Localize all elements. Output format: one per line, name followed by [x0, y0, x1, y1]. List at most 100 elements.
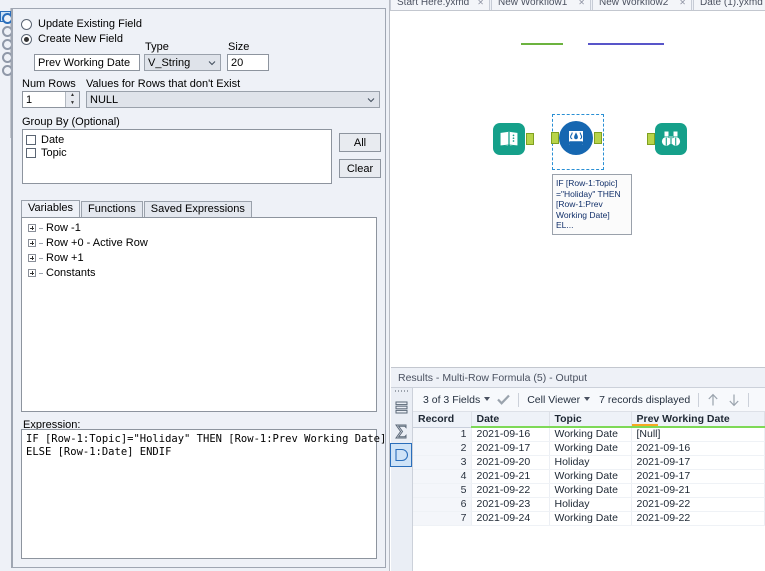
node-browse[interactable]: [647, 123, 687, 155]
summary-sigma-icon[interactable]: [391, 420, 411, 442]
table-row[interactable]: 7 2021-09-24 Working Date 2021-09-22: [413, 511, 765, 526]
column-header-topic[interactable]: Topic: [549, 412, 632, 428]
close-icon[interactable]: ✕: [578, 0, 585, 10]
cell-record[interactable]: 4: [413, 469, 472, 484]
expand-icon[interactable]: [28, 254, 36, 262]
cell-topic[interactable]: Working Date: [549, 427, 632, 442]
messages-list-icon[interactable]: [391, 396, 411, 418]
cell-topic[interactable]: Working Date: [549, 483, 632, 498]
node-annotation-formula[interactable]: IF [Row-1:Topic] ="Holiday" THEN [Row-1:…: [552, 174, 632, 235]
workflow-tab-new-workflow1[interactable]: New Workflow1 ✕: [491, 0, 591, 10]
cell-record[interactable]: 2: [413, 441, 472, 456]
cell-date[interactable]: 2021-09-24: [471, 511, 550, 526]
gear-icon-annotation[interactable]: [1, 25, 13, 37]
cell-prev-working-date[interactable]: 2021-09-17: [631, 455, 765, 470]
workflow-tab-date1[interactable]: Date (1).yxmd ✕: [693, 0, 765, 10]
cell-date[interactable]: 2021-09-22: [471, 483, 550, 498]
checkmark-icon[interactable]: [497, 394, 511, 405]
workflow-tab-new-workflow2[interactable]: New Workflow2 ✕: [592, 0, 692, 10]
close-icon[interactable]: ✕: [679, 0, 686, 10]
chevron-down-icon[interactable]: [584, 397, 591, 401]
close-icon[interactable]: ✕: [477, 0, 484, 10]
workflow-canvas[interactable]: IF [Row-1:Topic] ="Holiday" THEN [Row-1:…: [391, 11, 765, 368]
values-for-missing-rows-dropdown[interactable]: NULL: [86, 91, 380, 108]
gear-icon-events[interactable]: [1, 51, 13, 63]
node-multi-row-formula[interactable]: [551, 121, 602, 155]
cell-viewer-selector[interactable]: Cell Viewer: [527, 394, 580, 406]
table-row[interactable]: 1 2021-09-16 Working Date [Null]: [413, 427, 765, 442]
variables-tree[interactable]: Row -1 Row +0 - Active Row Row +1 Consta…: [21, 217, 377, 412]
node-input-data[interactable]: [493, 123, 534, 155]
cell-prev-working-date[interactable]: 2021-09-22: [631, 511, 765, 526]
cell-date[interactable]: 2021-09-20: [471, 455, 550, 470]
fields-selector[interactable]: 3 of 3 Fields: [423, 394, 480, 406]
connection-formula-to-browse[interactable]: [588, 43, 664, 45]
select-all-button[interactable]: All: [339, 133, 381, 152]
tab-saved-expressions[interactable]: Saved Expressions: [143, 201, 252, 217]
checkbox-icon-topic[interactable]: [26, 147, 36, 158]
cell-prev-working-date[interactable]: 2021-09-17: [631, 469, 765, 484]
cell-prev-working-date[interactable]: [Null]: [631, 427, 765, 442]
cell-topic[interactable]: Holiday: [549, 497, 632, 512]
cell-topic[interactable]: Working Date: [549, 511, 632, 526]
cell-record[interactable]: 7: [413, 511, 472, 526]
group-by-item-topic[interactable]: Topic: [26, 146, 331, 159]
input-anchor-browse[interactable]: [647, 133, 655, 145]
cell-prev-working-date[interactable]: 2021-09-16: [631, 441, 765, 456]
tree-item-row-minus-1[interactable]: Row -1: [22, 222, 376, 234]
connection-input-to-formula[interactable]: [521, 43, 563, 45]
workflow-tab-start-here[interactable]: Start Here.yxmd ✕: [390, 0, 490, 10]
cell-record[interactable]: 6: [413, 497, 472, 512]
output-anchor-input[interactable]: [526, 133, 534, 145]
create-new-field-radio-row[interactable]: Create New Field: [21, 33, 123, 45]
group-by-field-list[interactable]: Date Topic: [22, 129, 332, 184]
spin-up-icon[interactable]: ▲: [66, 92, 79, 100]
cell-date[interactable]: 2021-09-23: [471, 497, 550, 512]
radio-icon-create-new[interactable]: [21, 33, 32, 45]
chevron-down-icon[interactable]: [484, 397, 491, 401]
input-anchor-formula[interactable]: [551, 132, 559, 144]
cell-topic[interactable]: Working Date: [549, 469, 632, 484]
tree-item-constants[interactable]: Constants: [22, 267, 376, 279]
cell-date[interactable]: 2021-09-21: [471, 469, 550, 484]
table-row[interactable]: 5 2021-09-22 Working Date 2021-09-21: [413, 483, 765, 498]
table-row[interactable]: 3 2021-09-20 Holiday 2021-09-17: [413, 455, 765, 470]
output-anchor-icon[interactable]: [390, 443, 412, 467]
cell-topic[interactable]: Holiday: [549, 455, 632, 470]
checkbox-icon-date[interactable]: [26, 134, 36, 145]
expand-icon[interactable]: [28, 239, 36, 247]
scroll-down-icon[interactable]: [728, 393, 740, 407]
new-field-name-input[interactable]: Prev Working Date: [34, 54, 140, 71]
table-row[interactable]: 2 2021-09-17 Working Date 2021-09-16: [413, 441, 765, 456]
cell-prev-working-date[interactable]: 2021-09-22: [631, 497, 765, 512]
group-by-item-date[interactable]: Date: [26, 133, 331, 146]
update-existing-field-radio-row[interactable]: Update Existing Field: [21, 18, 142, 30]
expression-editor[interactable]: IF [Row-1:Topic]="Holiday" THEN [Row-1:P…: [21, 429, 386, 559]
clear-selection-button[interactable]: Clear: [339, 159, 381, 178]
radio-icon-update-existing[interactable]: [21, 18, 32, 30]
size-input[interactable]: 20: [227, 54, 269, 71]
cell-date[interactable]: 2021-09-17: [471, 441, 550, 456]
num-rows-spin-buttons[interactable]: ▲ ▼: [65, 92, 79, 107]
cell-record[interactable]: 1: [413, 427, 472, 442]
table-row[interactable]: 6 2021-09-23 Holiday 2021-09-22: [413, 497, 765, 512]
gear-icon-properties[interactable]: [1, 38, 13, 50]
num-rows-stepper[interactable]: 1 ▲ ▼: [22, 91, 80, 108]
tab-variables[interactable]: Variables: [21, 200, 81, 217]
tab-functions[interactable]: Functions: [81, 201, 143, 217]
expand-icon[interactable]: [28, 269, 36, 277]
cell-prev-working-date[interactable]: 2021-09-21: [631, 483, 765, 498]
spin-down-icon[interactable]: ▼: [66, 100, 79, 108]
drag-handle-icon[interactable]: [391, 388, 412, 394]
cell-record[interactable]: 3: [413, 455, 472, 470]
column-header-prev-working-date[interactable]: Prev Working Date: [631, 412, 765, 428]
column-header-date[interactable]: Date: [471, 412, 550, 428]
gear-icon-runtime[interactable]: [1, 64, 13, 76]
results-data-grid[interactable]: Record Date Topic Prev Working Date 1 202…: [413, 412, 765, 571]
cell-record[interactable]: 5: [413, 483, 472, 498]
scroll-up-icon[interactable]: [707, 393, 719, 407]
cell-date[interactable]: 2021-09-16: [471, 427, 550, 442]
column-header-record[interactable]: Record: [413, 412, 472, 428]
table-row[interactable]: 4 2021-09-21 Working Date 2021-09-17: [413, 469, 765, 484]
output-anchor-formula[interactable]: [594, 132, 602, 144]
